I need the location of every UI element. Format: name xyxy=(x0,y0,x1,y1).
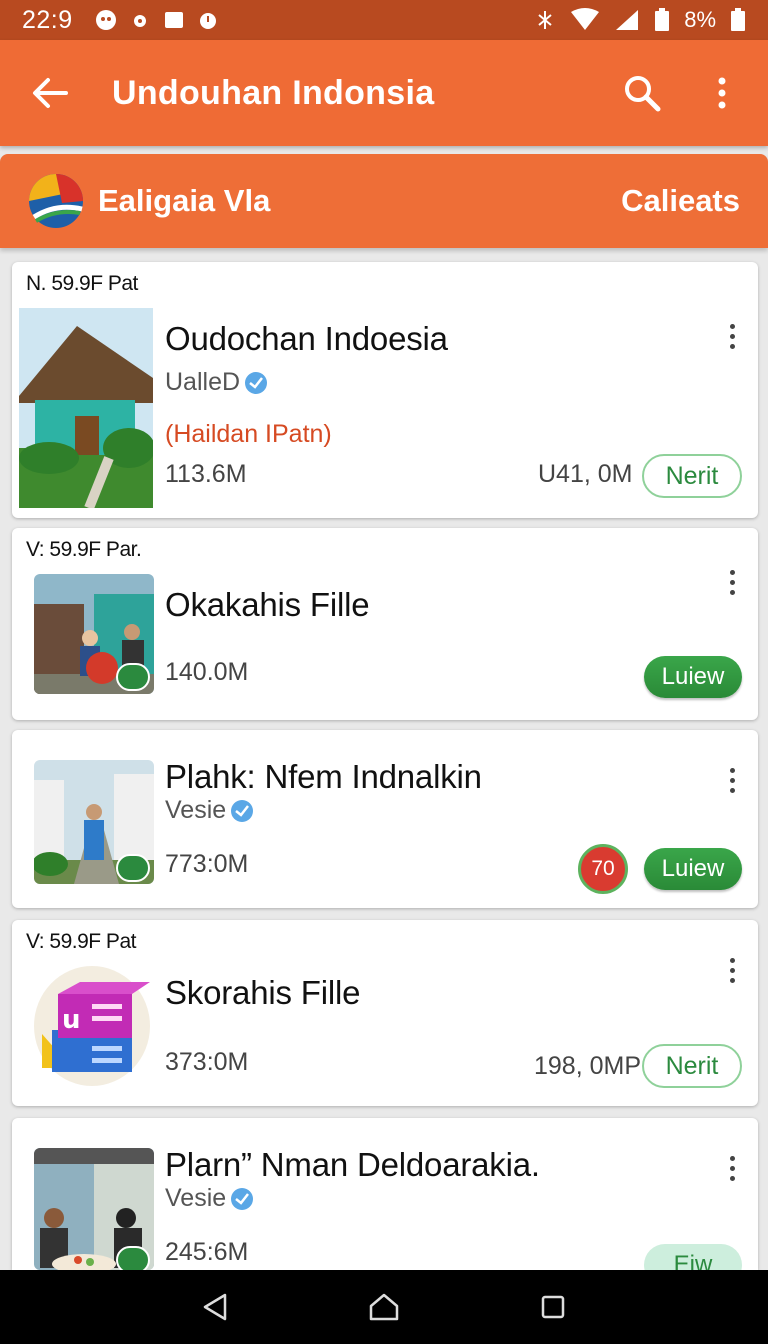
card-meta: N. 59.9F Pat xyxy=(26,272,138,295)
view-button[interactable]: Eiw xyxy=(644,1244,742,1270)
status-left-icons xyxy=(95,9,219,31)
list-item[interactable]: Plarn” Nman Deldoarakia. Vesie 245:6M Ei… xyxy=(12,1118,758,1270)
card-subtitle-text: Vesie xyxy=(165,796,227,824)
nav-recents-icon xyxy=(542,1295,565,1319)
more-options-button[interactable] xyxy=(718,314,746,358)
nav-home-icon xyxy=(369,1293,399,1321)
more-options-button[interactable] xyxy=(718,948,746,992)
nav-back-button[interactable] xyxy=(185,1277,245,1337)
card-subtitle: Vesie xyxy=(165,796,254,825)
category-action[interactable]: Calieats xyxy=(621,183,740,219)
more-options-button[interactable] xyxy=(718,1146,746,1190)
card-right-value: 198, 0MP xyxy=(534,1052,642,1080)
card-meta: V: 59.9F Par. xyxy=(26,538,142,561)
card-title: Oudochan Indoesia xyxy=(165,320,448,357)
nerit-button[interactable]: Nerit xyxy=(642,1044,742,1088)
system-nav-bar xyxy=(0,1270,768,1344)
card-right-value: U41, 0M xyxy=(538,460,633,488)
nav-back-icon xyxy=(203,1293,226,1321)
more-options-button[interactable] xyxy=(718,758,746,802)
back-button[interactable] xyxy=(20,63,80,123)
battery-icon xyxy=(655,8,670,31)
card-title: Okakahis Fille xyxy=(165,586,370,623)
thumbnail-image xyxy=(19,308,153,508)
overflow-menu-button[interactable] xyxy=(694,65,750,121)
nav-home-button[interactable] xyxy=(354,1277,414,1337)
card-subtitle-text: UalleD xyxy=(165,368,241,396)
card-size: 773:0M xyxy=(165,850,249,878)
card-title: Plahk: Nfem Indnalkin xyxy=(165,758,482,795)
card-title: Plarn” Nman Deldoarakia. xyxy=(165,1146,540,1183)
app-title: Undouhan Indonsia xyxy=(112,73,435,112)
list-item[interactable]: N. 59.9F Pat Oudochan Indoesia UalleD (H… xyxy=(12,262,758,518)
signal-icon xyxy=(616,10,639,30)
image-icon xyxy=(164,12,183,28)
app-bar: Undouhan Indonsia xyxy=(0,40,768,146)
count-badge: 70 xyxy=(578,844,628,894)
file-app-icon: u xyxy=(32,964,152,1088)
card-subtitle-text: Vesie xyxy=(165,1184,227,1212)
card-subtitle: Vesie xyxy=(165,1184,254,1213)
card-size: 373:0M xyxy=(165,1048,249,1076)
notification-icon xyxy=(95,10,116,30)
status-time: 22:9 xyxy=(22,5,73,34)
verified-icon xyxy=(231,1187,254,1210)
category-logo-icon xyxy=(29,174,83,228)
card-title: Skorahis Fille xyxy=(165,974,361,1011)
battery-text: 8% xyxy=(684,7,716,32)
status-bar: 22:9 8% xyxy=(0,0,768,40)
wifi-icon xyxy=(571,8,600,30)
card-tag: (Haildan IPatn) xyxy=(165,420,332,448)
play-badge-icon xyxy=(116,854,150,882)
more-vert-icon xyxy=(718,77,726,109)
category-title: Ealigaia Vla xyxy=(98,183,271,218)
list-item[interactable]: Plahk: Nfem Indnalkin Vesie 773:0M 70 Lu… xyxy=(12,730,758,908)
alarm-icon xyxy=(199,13,216,29)
search-button[interactable] xyxy=(614,65,670,121)
back-arrow-icon xyxy=(33,78,68,108)
search-icon xyxy=(625,76,661,112)
card-size: 113.6M xyxy=(165,460,247,488)
play-badge-icon xyxy=(116,1246,150,1270)
settings-icon xyxy=(133,15,146,27)
list-item[interactable]: V: 59.9F Par. Okakahis Fille 140.0M Luie… xyxy=(12,528,758,720)
bluetooth-icon xyxy=(538,11,552,29)
nerit-button[interactable]: Nerit xyxy=(642,454,742,498)
battery-level-icon xyxy=(731,8,745,31)
list-item[interactable]: V: 59.9F Pat u Skorahis Fille 373:0M 198… xyxy=(12,920,758,1106)
app-actions xyxy=(614,65,750,121)
view-button[interactable]: Luiew xyxy=(644,656,742,698)
verified-icon xyxy=(245,371,268,394)
card-subtitle: UalleD xyxy=(165,368,268,397)
card-size: 245:6M xyxy=(165,1238,249,1266)
status-right: 8% xyxy=(534,7,746,33)
card-size: 140.0M xyxy=(165,658,249,686)
nav-recents-button[interactable] xyxy=(523,1277,583,1337)
play-badge-icon xyxy=(116,663,150,691)
more-options-button[interactable] xyxy=(718,560,746,604)
card-meta: V: 59.9F Pat xyxy=(26,930,136,953)
svg-text:u: u xyxy=(62,1005,81,1035)
view-button[interactable]: Luiew xyxy=(644,848,742,890)
category-bar: Ealigaia Vla Calieats xyxy=(0,154,768,248)
verified-icon xyxy=(231,799,254,822)
